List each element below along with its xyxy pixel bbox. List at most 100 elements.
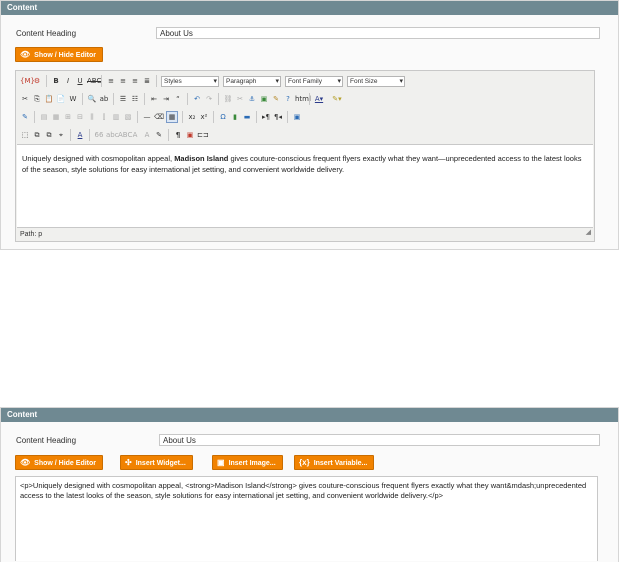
show-hide-editor-label-bottom: Show / Hide Editor bbox=[34, 460, 96, 467]
special-char-icon[interactable]: Ω bbox=[218, 112, 228, 122]
bullet-list-icon[interactable]: ☰ bbox=[118, 94, 128, 104]
html-icon[interactable]: html bbox=[295, 94, 311, 104]
subscript-icon[interactable]: x₂ bbox=[187, 112, 197, 122]
cleanup-icon[interactable]: ✎ bbox=[271, 94, 281, 104]
delete-row-icon[interactable]: ⊟ bbox=[75, 112, 85, 122]
remove-format-icon[interactable]: ⌫ bbox=[154, 112, 164, 122]
insert-variable-button[interactable]: {x} Insert Variable... bbox=[294, 455, 375, 470]
image-icon[interactable]: ▣ bbox=[259, 94, 269, 104]
wysiwyg-editor: {M} ⚙ B I U ABC ≡ ≡ ≡ ≣ Styles Paragraph… bbox=[15, 70, 595, 242]
content-heading-input-bottom[interactable]: About Us bbox=[159, 434, 600, 446]
find-icon[interactable]: 🔍 bbox=[87, 94, 97, 104]
show-hide-editor-button-bottom[interactable]: 👁 Show / Hide Editor bbox=[15, 455, 103, 470]
row-props-icon[interactable]: ▤ bbox=[39, 112, 49, 122]
delete-col-icon[interactable]: ⫿ bbox=[99, 112, 109, 122]
strikethrough-icon[interactable]: ABC bbox=[87, 76, 101, 86]
cell-props-icon[interactable]: ▦ bbox=[51, 112, 61, 122]
undo-icon[interactable]: ↶ bbox=[192, 94, 202, 104]
indent-icon[interactable]: ⇥ bbox=[161, 94, 171, 104]
absolute-icon[interactable]: ⌖ bbox=[56, 130, 66, 140]
content-heading-label-bottom: Content Heading bbox=[16, 436, 77, 445]
attribs-icon[interactable]: ✎ bbox=[154, 130, 164, 140]
content-heading-label: Content Heading bbox=[16, 29, 77, 38]
align-center-icon[interactable]: ≡ bbox=[118, 76, 128, 86]
paste-text-icon[interactable]: 📄 bbox=[56, 94, 66, 104]
variable-icon: {x} bbox=[299, 458, 310, 467]
insert-col-icon[interactable]: ⫼ bbox=[87, 112, 97, 122]
content-heading-input[interactable]: About Us bbox=[156, 27, 600, 39]
path-label: Path: p bbox=[20, 231, 43, 238]
eye-icon: 👁 bbox=[20, 50, 31, 59]
paste-icon[interactable]: 📋 bbox=[44, 94, 54, 104]
table-props-icon[interactable]: ✎ bbox=[20, 112, 30, 122]
insert-image-button[interactable]: ▣ Insert Image... bbox=[212, 455, 283, 470]
align-left-icon[interactable]: ≡ bbox=[106, 76, 116, 86]
align-right-icon[interactable]: ≡ bbox=[130, 76, 140, 86]
editor-statusbar: Path: p ◢ bbox=[16, 229, 594, 241]
image-insert-icon[interactable]: ⚙ bbox=[32, 76, 42, 86]
styles-select[interactable]: Styles bbox=[161, 75, 219, 87]
widget-icon: ✣ bbox=[125, 458, 132, 467]
blockquote-icon[interactable]: “ bbox=[173, 94, 183, 104]
ins-icon[interactable]: A bbox=[142, 130, 152, 140]
merge-cell-icon[interactable]: ▧ bbox=[123, 112, 133, 122]
image-icon: ▣ bbox=[217, 458, 225, 467]
help-icon[interactable]: ? bbox=[283, 94, 293, 104]
resize-grip-icon[interactable]: ◢ bbox=[586, 227, 591, 239]
ltr-icon[interactable]: ▸¶ bbox=[261, 112, 271, 122]
bg-color-icon[interactable]: ✎▾ bbox=[332, 94, 342, 104]
template-icon[interactable]: ▣ bbox=[185, 130, 195, 140]
insert-widget-label: Insert Widget... bbox=[135, 460, 186, 467]
fullscreen-icon[interactable]: ▣ bbox=[292, 112, 302, 122]
styleprops-icon[interactable]: A bbox=[75, 130, 85, 140]
copy-icon[interactable]: ⎘ bbox=[32, 94, 42, 104]
italic-icon[interactable]: I bbox=[63, 76, 73, 86]
numbered-list-icon[interactable]: ☷ bbox=[130, 94, 140, 104]
show-hide-editor-button[interactable]: 👁 Show / Hide Editor bbox=[15, 47, 103, 62]
widget-icon[interactable]: {M} bbox=[20, 76, 35, 86]
unlink-icon[interactable]: ✂ bbox=[235, 94, 245, 104]
show-hide-editor-label: Show / Hide Editor bbox=[34, 52, 96, 59]
insert-layer-icon[interactable]: ⬚ bbox=[20, 130, 30, 140]
split-cell-icon[interactable]: ▥ bbox=[111, 112, 121, 122]
panel-header-bottom: Content bbox=[1, 408, 618, 422]
horizontal-rule-icon[interactable]: — bbox=[142, 112, 152, 122]
paragraph-select[interactable]: Paragraph bbox=[223, 75, 281, 87]
acronym-icon[interactable]: ABC bbox=[118, 130, 132, 140]
superscript-icon[interactable]: x² bbox=[199, 112, 209, 122]
align-justify-icon[interactable]: ≣ bbox=[142, 76, 152, 86]
text-color-icon[interactable]: A▾ bbox=[314, 94, 324, 104]
font-size-select[interactable]: Font Size bbox=[347, 75, 405, 87]
del-icon[interactable]: A bbox=[130, 130, 140, 140]
insert-widget-button[interactable]: ✣ Insert Widget... bbox=[120, 455, 193, 470]
eye-icon: 👁 bbox=[20, 458, 31, 467]
anchor-icon[interactable]: ⚓ bbox=[247, 94, 257, 104]
font-family-select[interactable]: Font Family bbox=[285, 75, 343, 87]
rtl-icon[interactable]: ¶◂ bbox=[273, 112, 283, 122]
html-source-textarea[interactable]: <p>Uniquely designed with cosmopolitan a… bbox=[15, 476, 598, 561]
bold-icon[interactable]: B bbox=[51, 76, 61, 86]
panel-header: Content bbox=[1, 1, 618, 15]
outdent-icon[interactable]: ⇤ bbox=[149, 94, 159, 104]
visual-aid-icon[interactable]: ▦ bbox=[166, 111, 178, 123]
replace-icon[interactable]: ab bbox=[99, 94, 109, 104]
abbr-icon[interactable]: abc bbox=[106, 130, 119, 140]
editor-content-area[interactable]: Uniquely designed with cosmopolitan appe… bbox=[17, 144, 593, 228]
toolbar-row-1: {M} ⚙ B I U ABC ≡ ≡ ≡ ≣ Styles Paragraph… bbox=[16, 72, 594, 90]
link-icon[interactable]: ⛓ bbox=[223, 94, 233, 104]
media-icon[interactable]: ▮ bbox=[230, 112, 240, 122]
insert-row-icon[interactable]: ⊞ bbox=[63, 112, 73, 122]
cut-icon[interactable]: ✂ bbox=[20, 94, 30, 104]
cite-icon[interactable]: 66 bbox=[94, 130, 104, 140]
paste-word-icon[interactable]: W bbox=[68, 94, 78, 104]
insert-variable-label: Insert Variable... bbox=[313, 460, 368, 467]
pagebreak-icon[interactable]: ⊏⊐ bbox=[197, 130, 209, 140]
redo-icon[interactable]: ↷ bbox=[204, 94, 214, 104]
move-backward-icon[interactable]: ⧉ bbox=[44, 130, 54, 140]
move-forward-icon[interactable]: ⧉ bbox=[32, 130, 42, 140]
show-blocks-icon[interactable]: ¶ bbox=[173, 130, 183, 140]
hr-insert-icon[interactable]: ▬ bbox=[242, 112, 252, 122]
body-text-before: Uniquely designed with cosmopolitan appe… bbox=[22, 154, 175, 163]
underline-icon[interactable]: U bbox=[75, 76, 85, 86]
toolbar-row-2: ✂ ⎘ 📋 📄 W 🔍 ab ☰ ☷ ⇤ ⇥ “ ↶ ↷ ⛓ ✂ ⚓ ▣ ✎ ?… bbox=[16, 90, 594, 108]
